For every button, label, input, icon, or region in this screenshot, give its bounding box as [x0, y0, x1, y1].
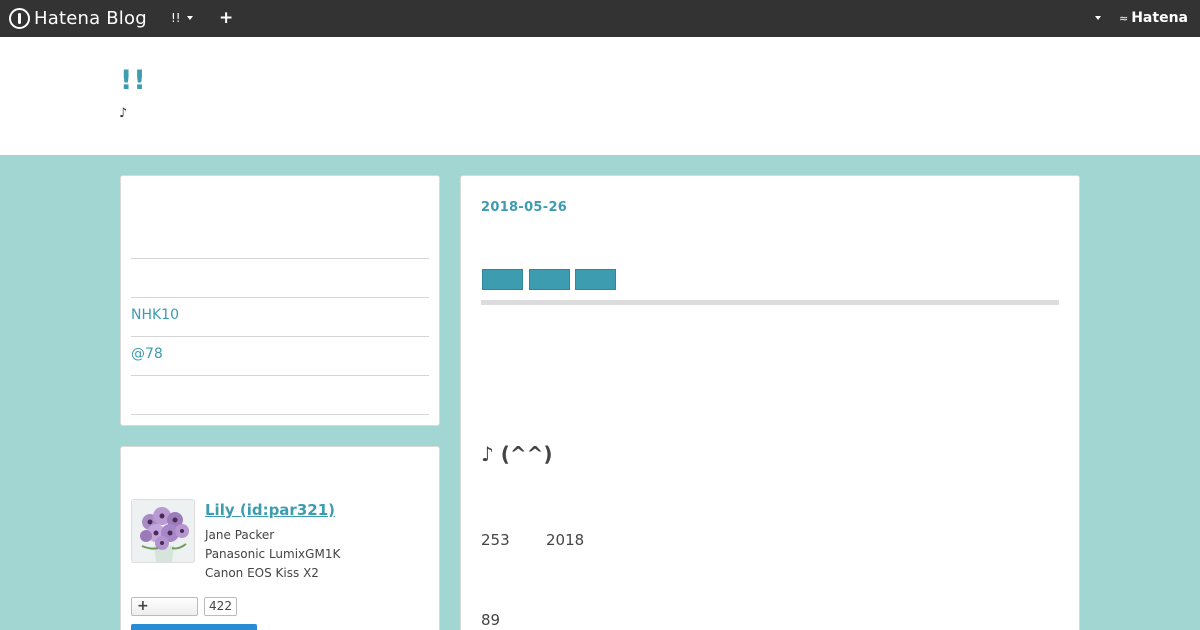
global-header: Hatena Blog !! + ≈ Hatena: [0, 0, 1200, 37]
entry-title-divider: [481, 300, 1059, 305]
profile-name-link[interactable]: Lily (id:par321): [205, 501, 335, 519]
divider: [131, 375, 429, 376]
entry-text: 253: [481, 531, 510, 549]
profile-line: Canon EOS Kiss X2: [205, 566, 319, 580]
hatena-blog-logo-icon: [9, 7, 30, 29]
chevron-down-icon: [186, 16, 193, 20]
sidebar-link-nhk10[interactable]: NHK10: [131, 307, 179, 323]
pansy-bouquet-image: [132, 500, 194, 562]
divider: [131, 258, 429, 259]
blog-description: ♪: [119, 106, 128, 121]
sidebar-module-links: NHK10 @78: [120, 175, 440, 426]
user-menu-chevron-icon[interactable]: [1095, 16, 1101, 20]
entry-text: 89: [481, 611, 501, 629]
subscribe-button[interactable]: [131, 624, 257, 630]
entry-text: 2018: [546, 531, 585, 549]
profile-line: Jane Packer: [205, 528, 275, 542]
blog-switcher-label: !!: [171, 11, 181, 25]
blog-switcher-menu[interactable]: !!: [171, 11, 193, 25]
hatena-logo[interactable]: ≈ Hatena: [1119, 10, 1188, 26]
add-entry-button[interactable]: +: [219, 8, 233, 28]
entry-date[interactable]: 2018-05-26: [481, 200, 567, 215]
hatena-logo-text: Hatena: [1131, 10, 1188, 26]
hatena-blog-logo[interactable]: Hatena Blog: [9, 7, 147, 29]
plus-icon: +: [137, 598, 149, 614]
category-tag[interactable]: [482, 269, 523, 290]
category-tag[interactable]: [529, 269, 570, 290]
follow-button[interactable]: +: [131, 597, 198, 616]
entry-heading: ♪ (^^): [481, 442, 553, 466]
avatar[interactable]: [131, 499, 195, 563]
divider: [131, 336, 429, 337]
blog-header: !! ♪: [0, 37, 1200, 155]
sidebar-module-profile: Lily (id:par321) Jane Packer Panasonic L…: [120, 446, 440, 630]
hatena-wave-icon: ≈: [1119, 11, 1129, 25]
divider: [131, 414, 429, 415]
blog-title[interactable]: !!: [120, 65, 147, 96]
article-entry: 2018-05-26 ♪ (^^) 253 2018 89: [460, 175, 1080, 630]
profile-line: Panasonic LumixGM1K: [205, 547, 341, 561]
divider: [131, 297, 429, 298]
sidebar-link-78[interactable]: @78: [131, 346, 163, 362]
category-tag[interactable]: [575, 269, 616, 290]
follower-count: 422: [204, 597, 237, 616]
logo-text: Hatena Blog: [34, 7, 147, 29]
